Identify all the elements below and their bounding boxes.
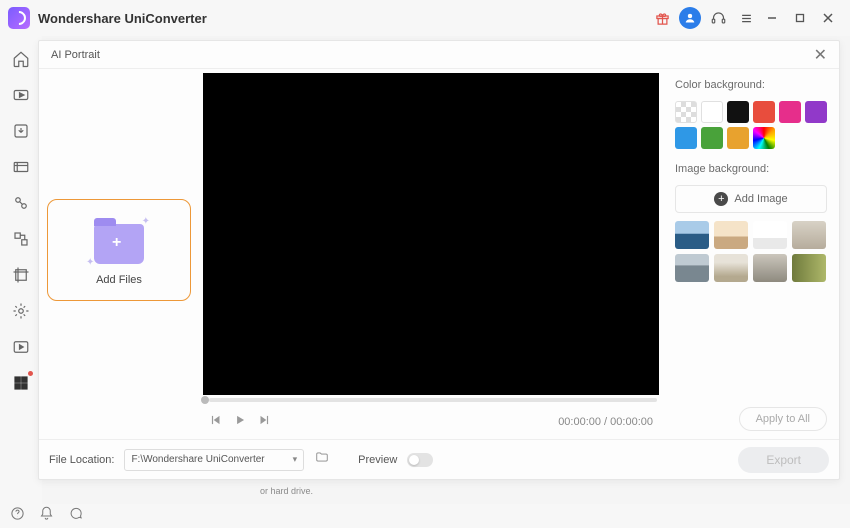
modal-footer: File Location: F:\Wondershare UniConvert… [39,439,839,479]
modal-header: AI Portrait ✕ [39,41,839,69]
rail-downloader-icon[interactable] [10,120,32,142]
close-button[interactable] [814,4,842,32]
time-display: 00:00:00 / 00:00:00 [558,416,653,428]
color-swatches [675,101,827,149]
rail-converter-icon[interactable] [10,84,32,106]
rail-settings-icon[interactable] [10,300,32,322]
apply-to-all-button[interactable]: Apply to All [739,407,827,431]
minimize-button[interactable] [758,4,786,32]
color-swatch[interactable] [727,101,749,123]
open-folder-icon[interactable] [314,450,330,469]
prev-button[interactable] [209,413,223,432]
plus-icon: + [714,192,728,206]
bg-thumbnail[interactable] [792,221,826,249]
app-logo [8,7,30,29]
headset-support-icon[interactable] [706,6,730,30]
notification-icon[interactable] [39,506,54,526]
rail-editor-icon[interactable] [10,192,32,214]
status-bar [0,504,850,528]
add-files-label: Add Files [96,274,142,286]
menu-icon[interactable] [734,6,758,30]
preview-toggle-label: Preview [358,454,397,466]
export-button[interactable]: Export [738,447,829,473]
file-location-value: F:\Wondershare UniConverter [131,454,264,465]
ai-portrait-modal: AI Portrait ✕ + ✦ ✦ Add Files [38,40,840,480]
preview-toggle[interactable] [407,453,433,467]
rail-merger-icon[interactable] [10,228,32,250]
color-swatch[interactable] [805,101,827,123]
image-thumbnails [675,221,827,282]
color-swatch[interactable] [701,127,723,149]
bg-thumbnail[interactable] [714,254,748,282]
title-bar: Wondershare UniConverter [0,0,850,36]
rail-home-icon[interactable] [10,48,32,70]
modal-title: AI Portrait [51,49,100,61]
app-title: Wondershare UniConverter [38,11,207,26]
files-column: + ✦ ✦ Add Files [39,69,199,439]
rail-crop-icon[interactable] [10,264,32,286]
user-account-icon[interactable] [678,6,702,30]
bg-thumbnail[interactable] [753,221,787,249]
image-bg-label: Image background: [675,163,827,175]
file-location-selector[interactable]: F:\Wondershare UniConverter ▾ [124,449,304,471]
color-swatch[interactable] [675,127,697,149]
color-swatch[interactable] [727,127,749,149]
add-image-button[interactable]: + Add Image [675,185,827,213]
preview-column: 00:00:00 / 00:00:00 [199,69,667,439]
help-icon[interactable] [10,506,25,526]
rail-player-icon[interactable] [10,336,32,358]
rail-toolbox-icon[interactable] [10,372,32,394]
file-location-label: File Location: [49,454,114,466]
next-button[interactable] [257,413,271,432]
bg-thumbnail[interactable] [675,221,709,249]
bg-thumbnail[interactable] [675,254,709,282]
folder-plus-icon: + ✦ ✦ [94,224,144,264]
feedback-icon[interactable] [68,506,83,526]
modal-close-button[interactable]: ✕ [814,45,827,65]
scrub-bar[interactable] [203,395,659,405]
maximize-button[interactable] [786,4,814,32]
rail-compressor-icon[interactable] [10,156,32,178]
color-swatch[interactable] [779,101,801,123]
playback-controls: 00:00:00 / 00:00:00 [203,405,659,439]
color-swatch[interactable] [753,101,775,123]
color-bg-label: Color background: [675,79,827,91]
left-rail [0,36,42,504]
bg-thumbnail[interactable] [792,254,826,282]
bg-thumbnail[interactable] [753,254,787,282]
add-files-card[interactable]: + ✦ ✦ Add Files [47,199,191,301]
video-preview[interactable] [203,73,659,395]
color-swatch[interactable] [675,101,697,123]
chevron-down-icon: ▾ [293,454,298,465]
play-button[interactable] [233,413,247,432]
background-text: or hard drive. [260,486,313,498]
gift-icon[interactable] [650,6,674,30]
color-swatch[interactable] [701,101,723,123]
add-image-label: Add Image [734,193,787,205]
background-panel: Color background: Image background: + Ad… [667,69,839,439]
color-swatch[interactable] [753,127,775,149]
bg-thumbnail[interactable] [714,221,748,249]
